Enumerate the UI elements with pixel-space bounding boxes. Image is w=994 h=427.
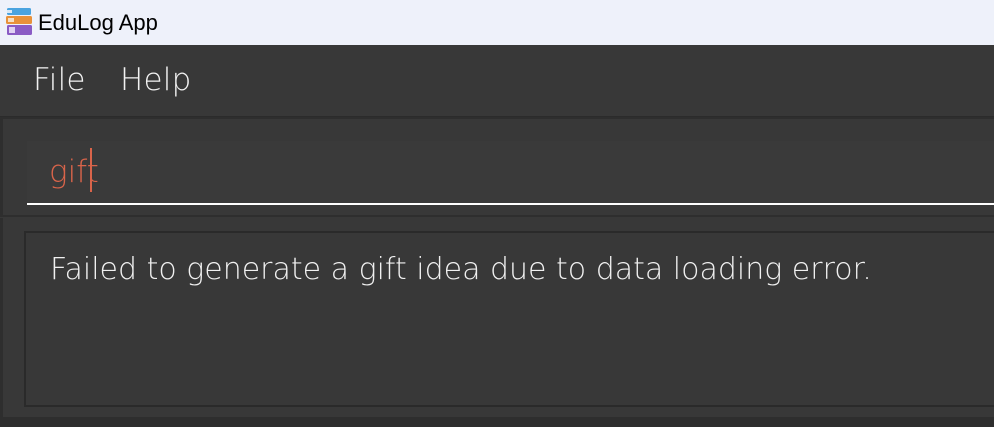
command-input[interactable]	[27, 141, 994, 205]
result-display-panel: Failed to generate a gift idea due to da…	[0, 218, 994, 427]
books-icon	[6, 8, 32, 35]
menu-help[interactable]: Help	[120, 61, 191, 99]
result-display: Failed to generate a gift idea due to da…	[24, 231, 994, 407]
window-title: EduLog App	[38, 10, 158, 35]
menu-bar: File Help	[0, 45, 994, 117]
menu-file[interactable]: File	[33, 61, 86, 99]
command-box-panel	[0, 117, 994, 217]
bottom-panel-edge	[0, 417, 994, 427]
result-message: Failed to generate a gift idea due to da…	[50, 252, 872, 287]
window-titlebar: EduLog App	[0, 0, 994, 45]
text-caret	[90, 148, 92, 192]
